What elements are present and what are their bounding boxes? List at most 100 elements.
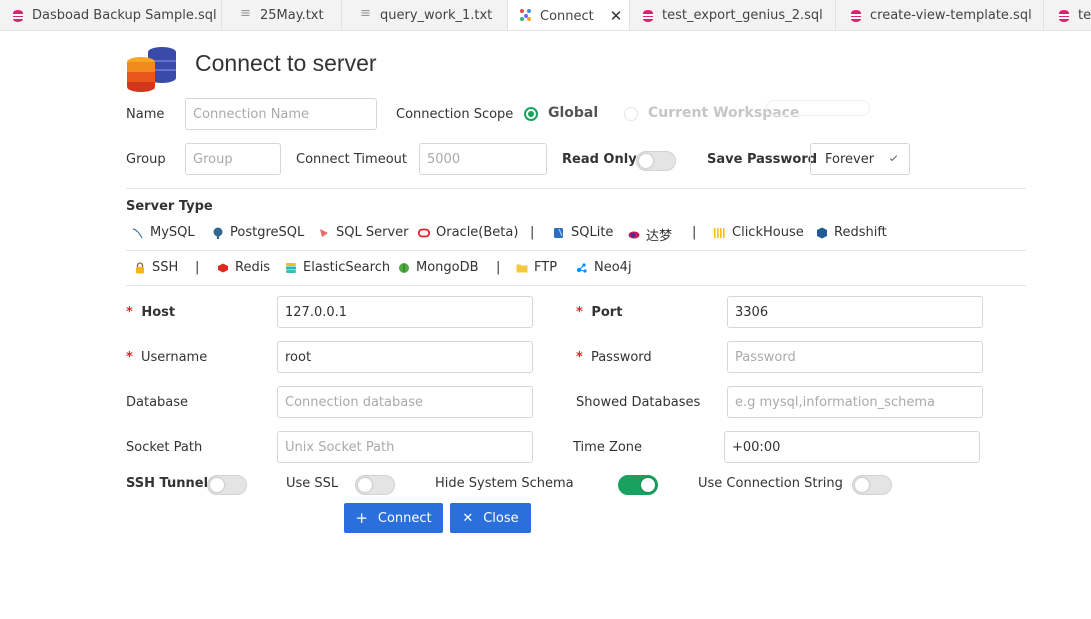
connect-button-label: Connect xyxy=(377,510,432,526)
connect-timeout-input[interactable] xyxy=(419,143,547,175)
port-label: * Port xyxy=(576,305,622,320)
tab-tes[interactable]: tes xyxy=(1046,0,1091,30)
neo4j-icon xyxy=(577,262,587,273)
required-mark: * xyxy=(126,350,133,365)
sqlserver-icon xyxy=(320,228,328,237)
divider xyxy=(126,188,1026,189)
connection-name-input[interactable] xyxy=(185,98,377,130)
server-type-oracle[interactable]: Oracle(Beta) xyxy=(418,225,518,240)
socket-path-input[interactable] xyxy=(277,431,533,463)
ssh-tunnel-toggle[interactable] xyxy=(207,475,247,495)
server-type-label-text: ClickHouse xyxy=(732,225,804,240)
password-input[interactable] xyxy=(727,341,983,373)
tab-bar: Dasboad Backup Sample.sql 25May.txt quer… xyxy=(0,0,1091,31)
redshift-icon xyxy=(817,227,827,238)
server-type-redis[interactable]: Redis xyxy=(217,260,270,275)
use-ssl-toggle[interactable] xyxy=(355,475,395,495)
server-type-label-text: Redshift xyxy=(834,225,887,240)
tab-query-work-1[interactable]: query_work_1.txt xyxy=(348,0,508,30)
server-type-postgresql[interactable]: PostgreSQL xyxy=(212,225,304,240)
group-label: Group xyxy=(126,152,166,167)
database-icon xyxy=(12,9,24,23)
read-only-label: Read Only xyxy=(562,152,637,167)
showed-databases-label: Showed Databases xyxy=(576,395,701,410)
server-type-label-text: SSH xyxy=(152,260,179,275)
server-type-sqlserver[interactable]: SQL Server xyxy=(318,225,409,240)
server-type-label-text: 达梦 xyxy=(646,229,673,244)
connect-icon xyxy=(520,9,532,23)
tab-dasboad-backup-sample[interactable]: Dasboad Backup Sample.sql xyxy=(0,0,222,30)
hide-system-schema-label: Hide System Schema xyxy=(435,476,574,491)
close-button[interactable]: ✕ Close xyxy=(450,503,531,533)
oracle-icon xyxy=(418,228,430,237)
server-type-dameng[interactable]: 达梦 xyxy=(628,225,672,244)
server-type-ssh[interactable]: SSH xyxy=(134,260,178,275)
server-type-sqlite[interactable]: SQLite xyxy=(553,225,613,240)
hide-system-schema-toggle[interactable] xyxy=(618,475,658,495)
host-label: * Host xyxy=(126,305,175,320)
save-password-value: Forever xyxy=(825,151,875,167)
tab-25may[interactable]: 25May.txt xyxy=(228,0,342,30)
separator: | xyxy=(195,260,200,275)
required-mark: * xyxy=(126,305,133,320)
server-type-label-text: Oracle(Beta) xyxy=(436,225,519,240)
time-zone-label: Time Zone xyxy=(573,440,643,455)
password-label: * Password xyxy=(576,350,652,365)
separator: | xyxy=(692,225,697,240)
database-icon xyxy=(1058,9,1070,23)
close-icon[interactable]: ✕ xyxy=(610,7,623,25)
required-mark: * xyxy=(576,305,583,320)
use-connection-string-toggle[interactable] xyxy=(852,475,892,495)
tab-label: 25May.txt xyxy=(260,8,324,23)
database-icon xyxy=(642,9,654,23)
page-title: Connect to server xyxy=(195,50,377,76)
password-label-text: Password xyxy=(590,350,652,365)
showed-databases-input[interactable] xyxy=(727,386,983,418)
tab-label: query_work_1.txt xyxy=(380,8,493,23)
save-password-select[interactable]: Forever xyxy=(810,143,910,175)
server-type-label-text: MongoDB xyxy=(416,260,479,275)
server-type-redshift[interactable]: Redshift xyxy=(816,225,887,240)
connect-button[interactable]: + Connect xyxy=(344,503,443,533)
server-type-label-text: SQLite xyxy=(571,225,614,240)
server-type-elasticsearch[interactable]: ElasticSearch xyxy=(285,260,390,275)
host-label-text: Host xyxy=(141,305,176,320)
time-zone-input[interactable] xyxy=(724,431,980,463)
tab-create-view-template[interactable]: create-view-template.sql xyxy=(838,0,1044,30)
tab-label: create-view-template.sql xyxy=(870,8,1032,23)
server-type-clickhouse[interactable]: ClickHouse xyxy=(714,225,804,240)
postgresql-icon xyxy=(213,227,223,239)
scope-workspace-radio[interactable] xyxy=(624,107,638,121)
server-type-label-text: FTP xyxy=(534,260,558,275)
connect-timeout-label: Connect Timeout xyxy=(296,152,407,167)
scope-global-radio[interactable] xyxy=(524,107,538,121)
tab-label: test_export_genius_2.sql xyxy=(662,8,823,23)
server-type-ftp[interactable]: FTP xyxy=(516,260,557,275)
server-type-neo4j[interactable]: Neo4j xyxy=(576,260,632,275)
server-type-mysql[interactable]: MySQL xyxy=(132,225,195,240)
tab-test-export-genius-2[interactable]: test_export_genius_2.sql xyxy=(630,0,836,30)
database-stack-icon xyxy=(127,47,176,92)
mongodb-icon xyxy=(399,262,409,273)
group-input[interactable] xyxy=(185,143,281,175)
database-label: Database xyxy=(126,395,189,410)
server-type-label: Server Type xyxy=(126,199,213,214)
dameng-icon xyxy=(628,231,640,238)
host-input[interactable] xyxy=(277,296,533,328)
tab-connect[interactable]: Connect ✕ xyxy=(508,0,630,30)
redis-icon xyxy=(218,263,228,272)
database-input[interactable] xyxy=(277,386,533,418)
divider xyxy=(126,250,1026,251)
username-input[interactable] xyxy=(277,341,533,373)
port-label-text: Port xyxy=(591,305,623,320)
database-icon xyxy=(850,9,862,23)
server-type-label-text: ElasticSearch xyxy=(303,260,391,275)
ssh-tunnel-label: SSH Tunnel xyxy=(126,476,209,491)
read-only-toggle[interactable] xyxy=(636,151,676,171)
tab-label: tes xyxy=(1078,8,1091,23)
server-type-label-text: SQL Server xyxy=(336,225,409,240)
server-type-label-text: PostgreSQL xyxy=(230,225,305,240)
port-input[interactable] xyxy=(727,296,983,328)
lock-icon xyxy=(136,261,144,273)
server-type-mongodb[interactable]: MongoDB xyxy=(398,260,479,275)
